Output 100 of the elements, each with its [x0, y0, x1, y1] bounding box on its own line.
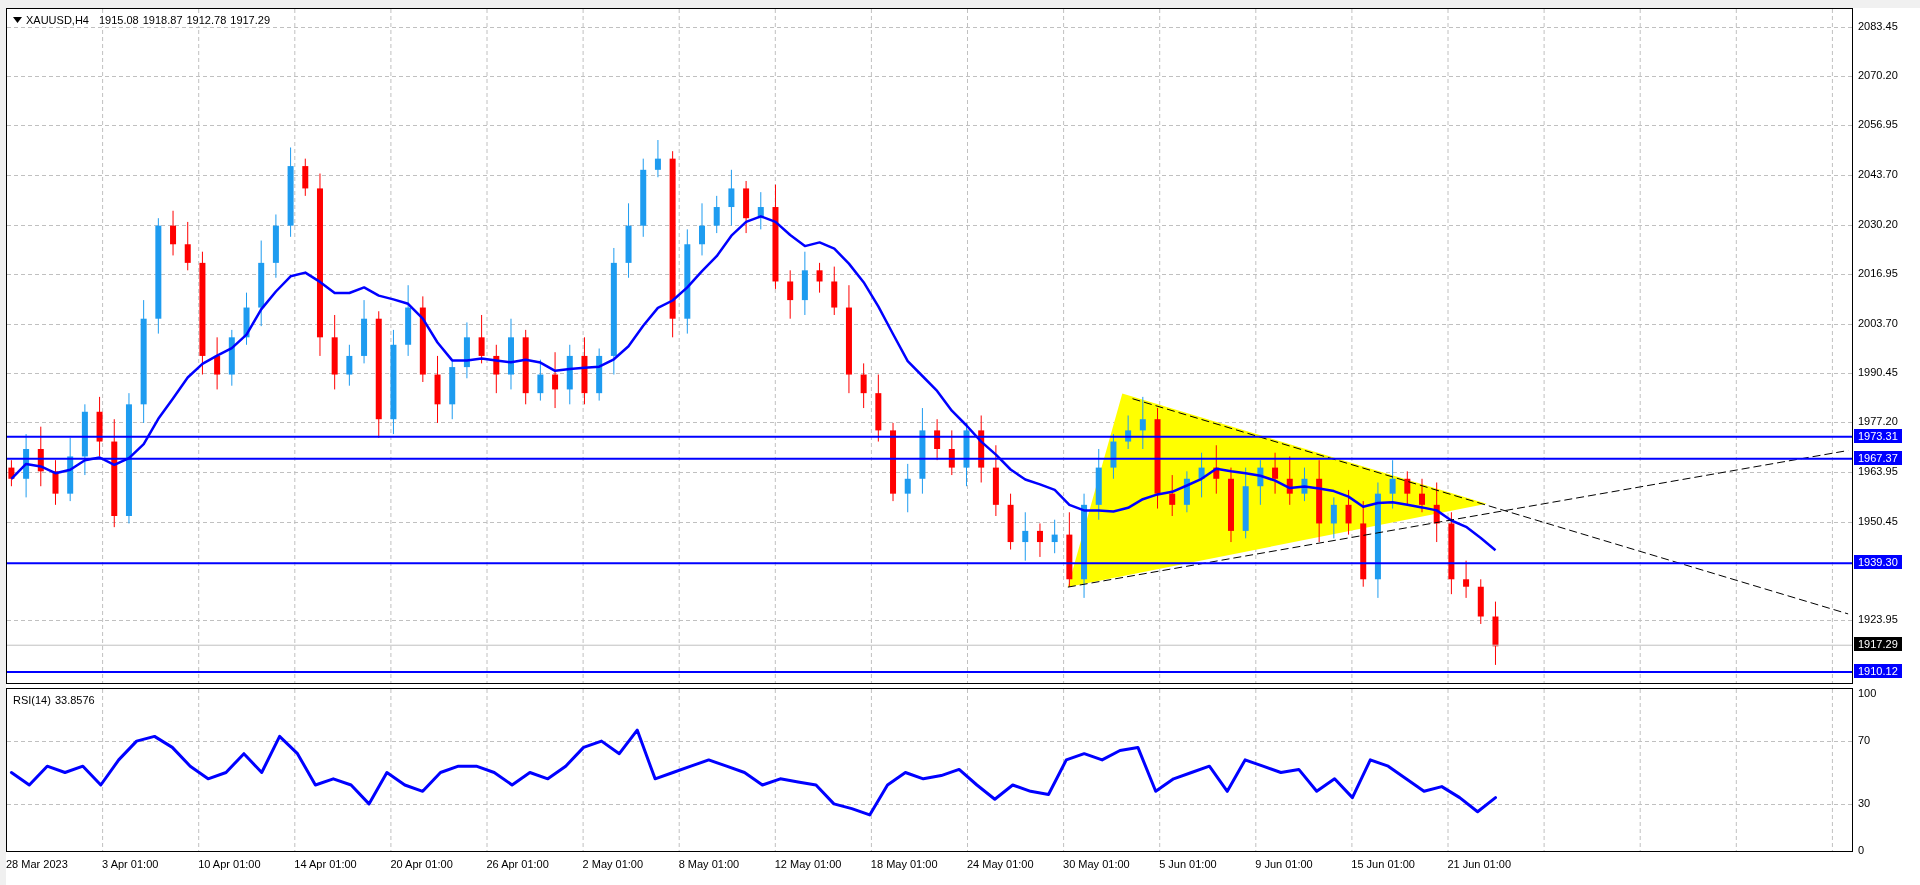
candlestick [1183, 470, 1190, 513]
price-value: 1912.78 [186, 14, 227, 26]
candlestick [1477, 578, 1484, 625]
candlestick [1419, 478, 1425, 513]
price-axis-label: 2070.20 [1858, 68, 1898, 82]
candlestick [228, 329, 235, 387]
candlestick [23, 433, 30, 498]
candlestick [1330, 496, 1337, 539]
candlestick [96, 396, 103, 457]
indicator-value: 33.8576 [54, 694, 95, 706]
price-value: 1917.29 [230, 14, 271, 26]
candlestick [1022, 511, 1029, 562]
candlestick [787, 269, 794, 320]
time-axis-label: 20 Apr 01:00 [390, 858, 454, 870]
candlestick [67, 437, 74, 502]
candlestick [243, 292, 250, 346]
candlestick [904, 463, 911, 513]
price-level-label: 1910.12 [1854, 663, 1902, 678]
time-axis-label: 18 May 01:00 [870, 858, 939, 870]
candlestick [1492, 601, 1499, 666]
price-axis-label: 1923.95 [1858, 612, 1898, 627]
time-axis-label: 5 Jun 01:00 [1159, 858, 1218, 870]
candlestick [537, 359, 544, 402]
candlestick [52, 459, 59, 506]
candlestick [1198, 452, 1205, 498]
candlestick [860, 362, 867, 409]
candlestick [8, 459, 15, 487]
candlestick [346, 344, 353, 387]
price-axis-label: 2043.70 [1858, 166, 1898, 181]
candlestick [728, 169, 735, 227]
candlestick [302, 158, 309, 197]
price-axis-label: 2003.70 [1858, 315, 1898, 330]
candlestick [566, 344, 573, 405]
time-axis-label: 14 Apr 01:00 [294, 858, 358, 870]
candlestick [978, 415, 985, 483]
price-axis-label: 1963.95 [1858, 463, 1898, 478]
dropdown-caret-icon[interactable] [13, 17, 22, 23]
time-axis-label: 9 Jun 01:00 [1255, 858, 1314, 870]
rsi-axis-label: 100 [1858, 686, 1877, 701]
candlestick [449, 359, 456, 420]
time-axis-label: 28 Mar 2023 [6, 858, 69, 870]
candlestick [1286, 455, 1293, 506]
candlestick [948, 429, 955, 476]
time-axis-label: 2 May 01:00 [582, 858, 645, 870]
price-axis-label: 1990.45 [1858, 364, 1898, 379]
candlestick [1051, 519, 1058, 554]
candlestick [508, 318, 514, 390]
symbol-label: XAUUSD,H4 [26, 14, 89, 26]
candlestick [434, 355, 441, 424]
candlestick [1257, 459, 1264, 506]
candlestick [463, 321, 470, 379]
candlestick [1169, 474, 1176, 517]
candlestick [581, 336, 588, 405]
candlestick [184, 221, 191, 271]
candlestick [801, 251, 808, 316]
time-axis-label: 30 May 01:00 [1063, 858, 1131, 870]
time-axis-label: 26 Apr 01:00 [486, 858, 550, 870]
candlestick [743, 180, 750, 234]
candlestick [757, 191, 764, 230]
candlestick [1007, 493, 1014, 550]
rsi-axis-label: 0 [1858, 842, 1865, 857]
candlestick [1463, 560, 1470, 599]
price-value: 1915.08 [98, 14, 139, 26]
time-axis-label: 10 Apr 01:00 [198, 858, 262, 870]
candlestick [1213, 444, 1220, 495]
candlestick [361, 299, 368, 364]
candlestick [1110, 433, 1117, 480]
candlestick [1036, 522, 1043, 558]
candlestick [1272, 452, 1279, 495]
time-axis-label: 24 May 01:00 [966, 858, 1035, 870]
price-axis-label: 2056.95 [1858, 117, 1898, 132]
candlestick [1125, 415, 1132, 450]
candlestick [214, 336, 221, 390]
candlestick [552, 351, 559, 409]
price-level-label: 1967.37 [1854, 450, 1902, 465]
price-axis-label: 2030.20 [1858, 216, 1898, 231]
candlestick [963, 422, 970, 487]
candlestick [1139, 396, 1146, 450]
candlestick [875, 374, 882, 443]
candlestick [1389, 459, 1396, 510]
time-axis-label: 12 May 01:00 [774, 858, 843, 870]
rsi-axis-label: 30 [1858, 795, 1871, 810]
price-axis-label: 2083.45 [1858, 18, 1898, 33]
candlestick [170, 210, 177, 256]
price-level-label: 1973.31 [1854, 428, 1902, 443]
price-value: 1918.87 [142, 14, 183, 26]
time-axis-label: 8 May 01:00 [678, 858, 741, 870]
candlestick [478, 314, 485, 364]
price-axis-label: 1977.20 [1858, 414, 1898, 429]
candlestick [37, 426, 44, 487]
time-axis-label: 15 Jun 01:00 [1351, 858, 1416, 870]
time-axis-label: 21 Jun 01:00 [1447, 858, 1513, 870]
bid-price-label: 1917.29 [1854, 637, 1902, 652]
candlestick [654, 139, 661, 178]
indicator-name: RSI(14) [13, 694, 51, 706]
time-axis-label: 3 Apr 01:00 [102, 858, 160, 870]
price-level-label: 1939.30 [1854, 555, 1902, 570]
price-axis-label: 2016.95 [1858, 266, 1898, 281]
candlestick [272, 214, 279, 279]
candlestick [1345, 489, 1352, 536]
